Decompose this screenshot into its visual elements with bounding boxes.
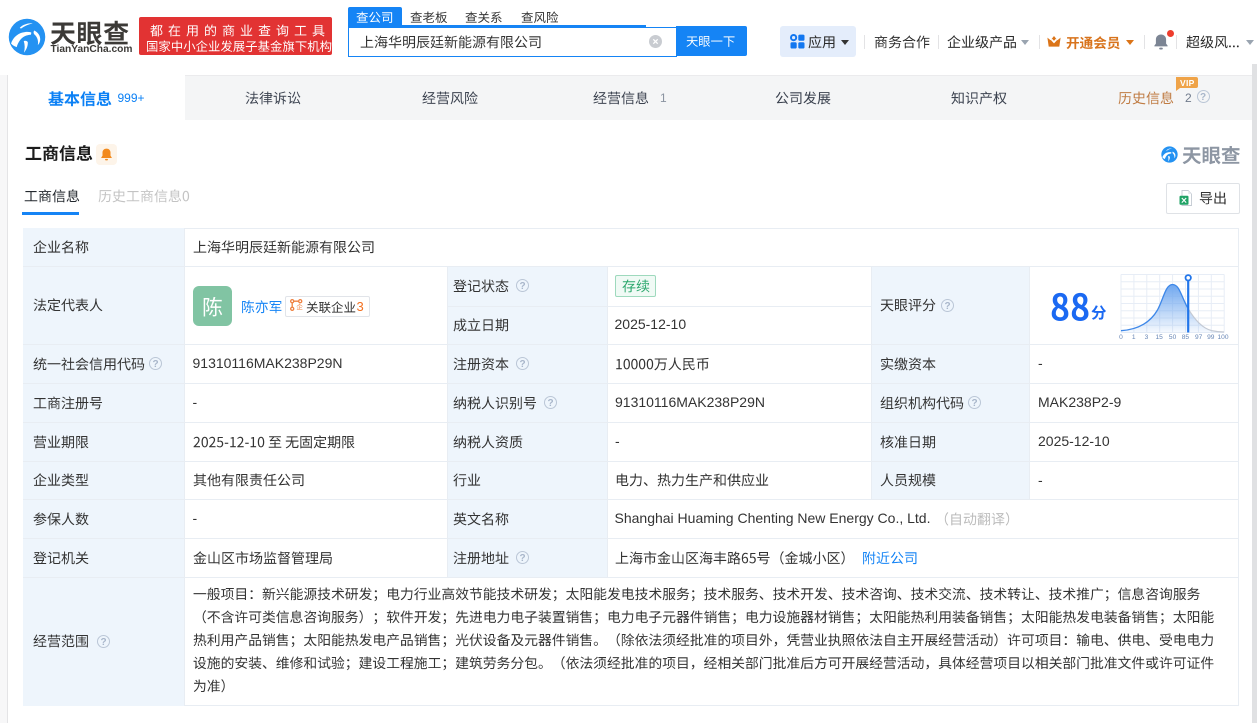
svg-text:97: 97 (1195, 334, 1203, 341)
svg-text:100: 100 (1217, 334, 1228, 341)
svg-text:85: 85 (1182, 334, 1190, 341)
svg-text:15: 15 (1156, 334, 1164, 341)
svg-text:3: 3 (1145, 334, 1149, 341)
svg-text:50: 50 (1169, 334, 1177, 341)
svg-text:0: 0 (1119, 334, 1123, 341)
svg-text:1: 1 (1132, 334, 1136, 341)
svg-text:99: 99 (1207, 334, 1215, 341)
